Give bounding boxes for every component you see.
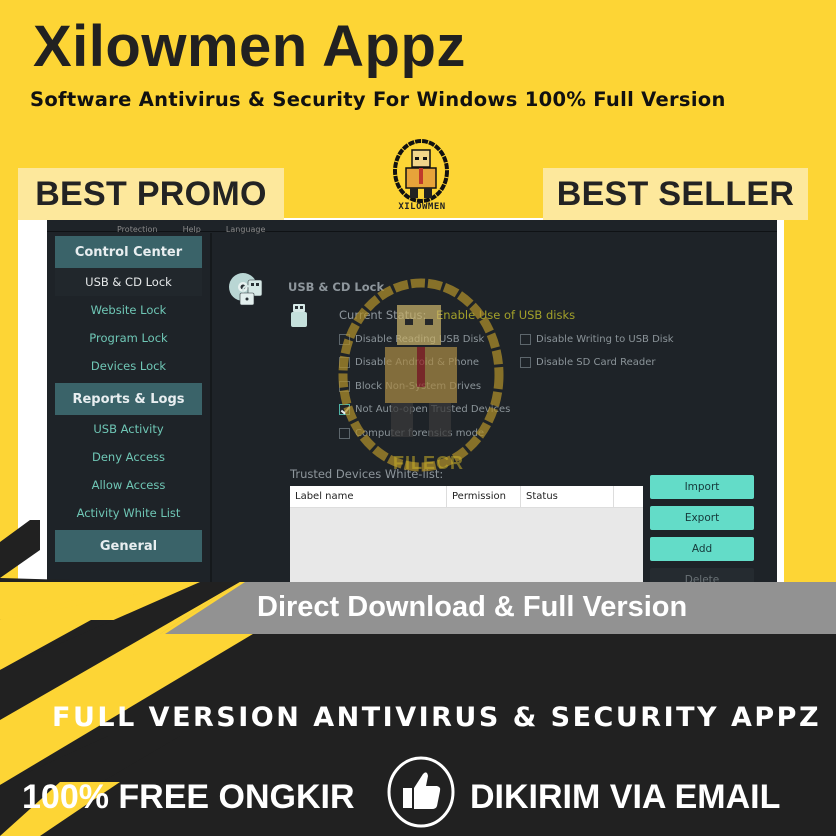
- current-status-value: Enable Use of USB disks: [436, 308, 576, 322]
- checkbox[interactable]: [520, 357, 531, 368]
- checkbox[interactable]: [339, 381, 350, 392]
- current-status-label: Current Status:: [339, 308, 427, 322]
- sidebar-item-program-lock[interactable]: Program Lock: [47, 324, 210, 352]
- checkbox[interactable]: [339, 334, 350, 345]
- column-label-name[interactable]: Label name: [290, 486, 447, 507]
- option-disable-android-phone[interactable]: Disable Android & Phone: [339, 357, 479, 368]
- best-seller-badge: BEST SELLER: [543, 168, 808, 220]
- free-shipping-text: 100% FREE ONGKIR: [22, 778, 355, 816]
- page-title: USB & CD Lock: [288, 280, 385, 294]
- brand-subtitle: Software Antivirus & Security For Window…: [30, 88, 726, 111]
- table-header: Label name Permission Status: [290, 486, 643, 508]
- thumbs-up-icon: [387, 756, 455, 828]
- sidebar-item-website-lock[interactable]: Website Lock: [47, 296, 210, 324]
- checkbox[interactable]: [339, 428, 350, 439]
- option-disable-sd-card[interactable]: Disable SD Card Reader: [520, 357, 655, 368]
- menu-bar: Protection Help Language: [47, 220, 777, 234]
- column-extra: [614, 486, 643, 507]
- checkbox[interactable]: [520, 334, 531, 345]
- option-block-non-system-drives[interactable]: Block Non-System Drives: [339, 381, 481, 392]
- sidebar-item-deny-access[interactable]: Deny Access: [47, 443, 210, 471]
- brand-title: Xilowmen Appz: [33, 14, 466, 79]
- sidebar-item-allow-access[interactable]: Allow Access: [47, 471, 210, 499]
- option-computer-forensics-mode[interactable]: Computer forensics mode: [339, 428, 484, 439]
- watermark-text: FILECR: [393, 453, 464, 473]
- option-disable-writing-usb[interactable]: Disable Writing to USB Disk: [520, 334, 674, 345]
- import-button[interactable]: Import: [650, 475, 754, 499]
- section-reports-logs[interactable]: Reports & Logs: [55, 383, 202, 415]
- option-disable-reading-usb[interactable]: Disable Reading USB Disk: [339, 334, 484, 345]
- option-not-auto-open-trusted[interactable]: Not Auto-open Trusted Devices: [339, 404, 510, 415]
- checkbox[interactable]: [339, 357, 350, 368]
- footer-title: FULL VERSION ANTIVIRUS & SECURITY APPZ: [52, 702, 822, 733]
- sidebar-item-devices-lock[interactable]: Devices Lock: [47, 352, 210, 380]
- download-banner-text: Direct Download & Full Version: [257, 591, 688, 623]
- usb-cd-lock-icon: [229, 273, 263, 306]
- column-permission[interactable]: Permission: [447, 486, 521, 507]
- checkbox-checked[interactable]: [339, 404, 350, 415]
- column-status[interactable]: Status: [521, 486, 614, 507]
- best-promo-badge: BEST PROMO: [18, 168, 284, 220]
- sidebar-item-usb-cd-lock[interactable]: USB & CD Lock: [55, 268, 202, 296]
- section-control-center[interactable]: Control Center: [55, 236, 202, 268]
- sidebar-item-usb-activity[interactable]: USB Activity: [47, 415, 210, 443]
- usb-drive-icon: [291, 304, 307, 327]
- logo-text: XILOWMEN: [398, 202, 446, 212]
- email-delivery-text: DIKIRIM VIA EMAIL: [470, 778, 781, 816]
